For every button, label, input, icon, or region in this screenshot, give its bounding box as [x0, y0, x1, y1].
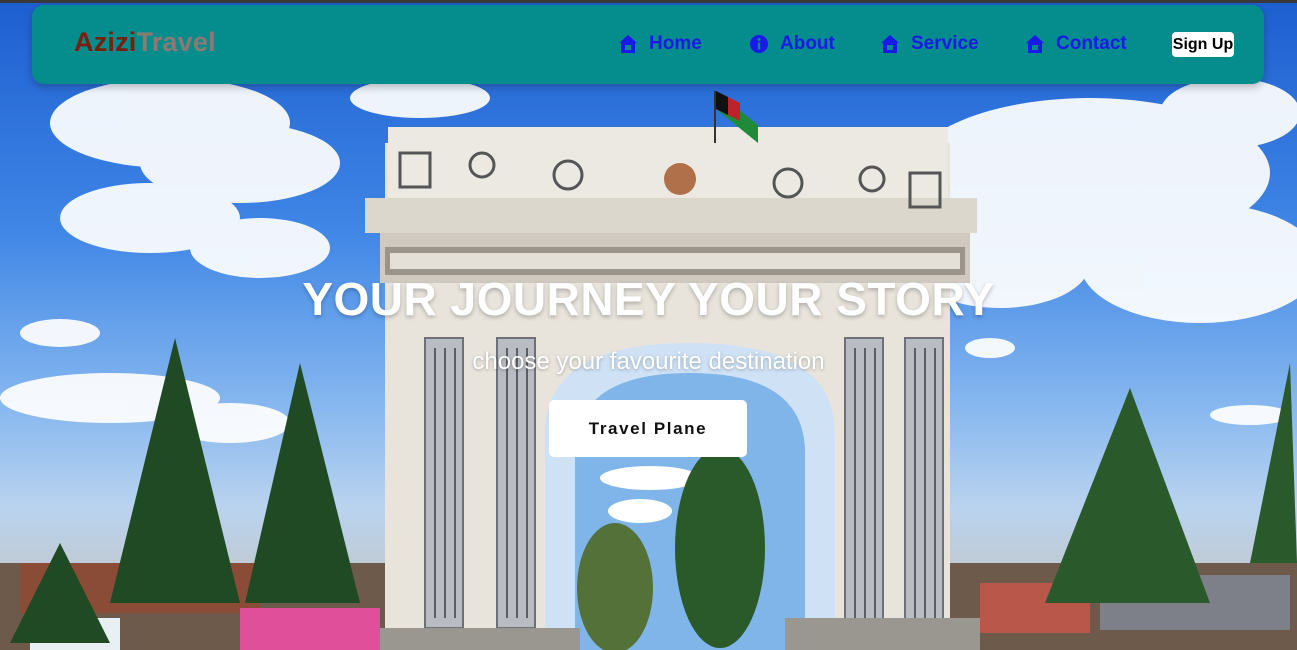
- nav-item-about[interactable]: About: [749, 31, 835, 57]
- info-icon: [750, 35, 768, 53]
- navbar: AziziTravel Home About Service Contact S…: [32, 5, 1264, 84]
- nav-item-label: Home: [649, 33, 702, 54]
- hero-background: [0, 3, 1297, 650]
- nav-item-service[interactable]: Service: [880, 31, 979, 57]
- nav-item-home[interactable]: Home: [618, 31, 702, 57]
- sign-up-button[interactable]: Sign Up: [1172, 32, 1234, 57]
- nav-item-contact[interactable]: Contact: [1025, 31, 1127, 57]
- brand-name-part2: Travel: [136, 27, 216, 57]
- brand-name-part1: Azizi: [74, 27, 137, 57]
- home-icon: [881, 35, 899, 53]
- travel-plan-button[interactable]: Travel Plane: [549, 400, 747, 457]
- home-icon: [1026, 35, 1044, 53]
- nav-item-label: Contact: [1056, 33, 1127, 54]
- home-icon: [619, 35, 637, 53]
- hero-subtitle: choose your favourite destination: [472, 348, 825, 375]
- brand-logo[interactable]: AziziTravel: [74, 27, 216, 58]
- nav-item-label: Service: [911, 33, 979, 54]
- nav-item-label: About: [780, 33, 835, 54]
- arch-scene-image: [0, 78, 1297, 650]
- hero-title: YOUR JOURNEY YOUR STORY: [302, 273, 995, 325]
